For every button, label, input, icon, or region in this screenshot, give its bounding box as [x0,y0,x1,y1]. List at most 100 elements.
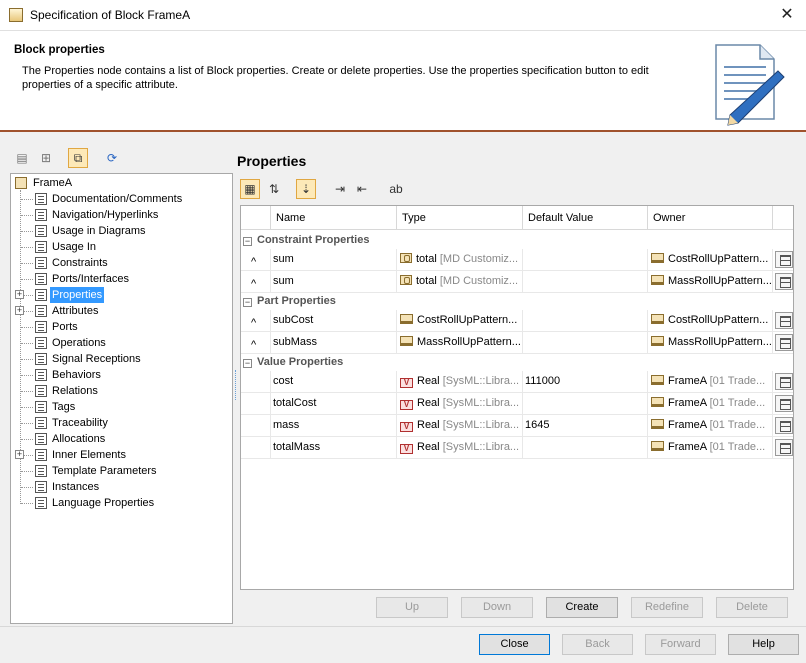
default-value-cell[interactable] [523,332,648,354]
collapse-icon[interactable]: − [243,359,252,368]
group-header[interactable]: − Value Properties [243,354,343,371]
owner-cell[interactable]: CostRollUpPattern... [648,310,773,332]
tree-item[interactable]: Relations [11,383,231,399]
name-cell[interactable]: subCost [271,310,397,332]
table-row[interactable]: ^ sum total [MD Customiz... MassRollUpPatte… [241,271,793,293]
specification-button-icon[interactable] [775,334,793,351]
default-value-cell[interactable] [523,271,648,293]
tree-item[interactable]: Usage In [11,239,231,255]
group-header[interactable]: − Constraint Properties [243,232,369,249]
specification-button-icon[interactable] [775,273,793,290]
tree-item[interactable]: + Inner Elements [11,447,231,463]
type-cell[interactable]: V Real [SysML::Libra... [397,415,523,437]
collapse-icon[interactable]: − [243,237,252,246]
tree-item[interactable]: Ports/Interfaces [11,271,231,287]
table-row[interactable]: ^ subMass MassRollUpPattern... MassRollUpPa… [241,332,793,354]
owner-cell[interactable]: CostRollUpPattern... [648,249,773,271]
table-row[interactable]: ^ subCost CostRollUpPattern... CostRollUpPa… [241,310,793,332]
specification-button-icon[interactable] [775,251,793,268]
table-row[interactable]: totalCost V Real [SysML::Libra... FrameA [0… [241,393,793,415]
owner-cell[interactable]: MassRollUpPattern... [648,332,773,354]
close-window-icon[interactable]: ✕ [776,4,798,26]
owner-cell[interactable]: FrameA [01 Trade... [648,393,773,415]
default-value-cell[interactable] [523,437,648,459]
tree-item[interactable]: Traceability [11,415,231,431]
column-header-name[interactable]: Name [271,206,397,230]
name-cell[interactable]: cost [271,371,397,393]
type-cell[interactable]: total [MD Customiz... [397,271,523,293]
rename-icon[interactable]: ab [386,179,406,199]
type-cell[interactable]: CostRollUpPattern... [397,310,523,332]
column-header-owner[interactable]: Owner [648,206,773,230]
expand-icon[interactable]: + [15,450,24,459]
owner-cell[interactable]: FrameA [01 Trade... [648,371,773,393]
default-value-cell[interactable] [523,310,648,332]
tree-item[interactable]: Navigation/Hyperlinks [11,207,231,223]
tree-item[interactable]: Operations [11,335,231,351]
table-row[interactable]: ^ sum total [MD Customiz... CostRollUpPatte… [241,249,793,271]
expand-all-icon[interactable]: ⇥ [330,179,350,199]
name-cell[interactable]: sum [271,271,397,293]
type-cell[interactable]: MassRollUpPattern... [397,332,523,354]
owner-cell[interactable]: FrameA [01 Trade... [648,415,773,437]
type-cell[interactable]: total [MD Customiz... [397,249,523,271]
tree-item[interactable]: Behaviors [11,367,231,383]
specification-button-icon[interactable] [775,373,793,390]
refresh-icon[interactable]: ⟳ [102,148,122,168]
tree-item[interactable]: + Properties [11,287,231,303]
owner-cell[interactable]: MassRollUpPattern... [648,271,773,293]
tree-item[interactable]: Allocations [11,431,231,447]
specification-button-icon[interactable] [775,395,793,412]
tree-item[interactable]: Documentation/Comments [11,191,231,207]
expand-icon[interactable]: + [15,306,24,315]
collapse-all-icon[interactable]: ⇤ [352,179,372,199]
forward-button[interactable]: Forward [645,634,716,655]
tree-item[interactable]: Template Parameters [11,463,231,479]
type-cell[interactable]: V Real [SysML::Libra... [397,393,523,415]
default-value-cell[interactable] [523,249,648,271]
up-button[interactable]: Up [376,597,448,618]
tree-item[interactable]: Ports [11,319,231,335]
back-button[interactable]: Back [562,634,633,655]
specification-button-icon[interactable] [775,312,793,329]
tree-item[interactable]: Tags [11,399,231,415]
tree-icon[interactable]: ⊞ [36,148,56,168]
delete-button[interactable]: Delete [716,597,788,618]
tree-item[interactable]: Instances [11,479,231,495]
name-cell[interactable]: totalMass [271,437,397,459]
close-button[interactable]: Close [479,634,550,655]
redefine-button[interactable]: Redefine [631,597,703,618]
copy-icon[interactable]: ⧉ [68,148,88,168]
name-cell[interactable]: sum [271,249,397,271]
column-header-default-value[interactable]: Default Value [523,206,648,230]
column-header-type[interactable]: Type [397,206,523,230]
list-icon[interactable]: ▤ [12,148,32,168]
type-cell[interactable]: V Real [SysML::Libra... [397,437,523,459]
group-by-icon[interactable]: ▦ [240,179,260,199]
create-button[interactable]: Create [546,597,618,618]
expand-icon[interactable]: + [15,290,24,299]
specification-button-icon[interactable] [775,417,793,434]
filter-icon[interactable]: ⇣ [296,179,316,199]
sort-alpha-icon[interactable]: ⇅ [264,179,284,199]
collapse-icon[interactable]: − [243,298,252,307]
tree-item[interactable]: Language Properties [11,495,231,511]
name-cell[interactable]: mass [271,415,397,437]
down-button[interactable]: Down [461,597,533,618]
default-value-cell[interactable]: 1645 [523,415,648,437]
help-button[interactable]: Help [728,634,799,655]
group-header[interactable]: − Part Properties [243,293,336,310]
default-value-cell[interactable] [523,393,648,415]
tree-item[interactable]: Usage in Diagrams [11,223,231,239]
tree-item[interactable]: Signal Receptions [11,351,231,367]
pane-splitter[interactable] [235,370,237,400]
tree-item[interactable]: Constraints [11,255,231,271]
table-row[interactable]: totalMass V Real [SysML::Libra... FrameA [0… [241,437,793,459]
table-row[interactable]: mass V Real [SysML::Libra... 1645 FrameA [01… [241,415,793,437]
name-cell[interactable]: subMass [271,332,397,354]
specification-button-icon[interactable] [775,439,793,456]
type-cell[interactable]: V Real [SysML::Libra... [397,371,523,393]
tree-root[interactable]: FrameA [11,175,231,191]
table-row[interactable]: cost V Real [SysML::Libra... 111000 FrameA [… [241,371,793,393]
name-cell[interactable]: totalCost [271,393,397,415]
